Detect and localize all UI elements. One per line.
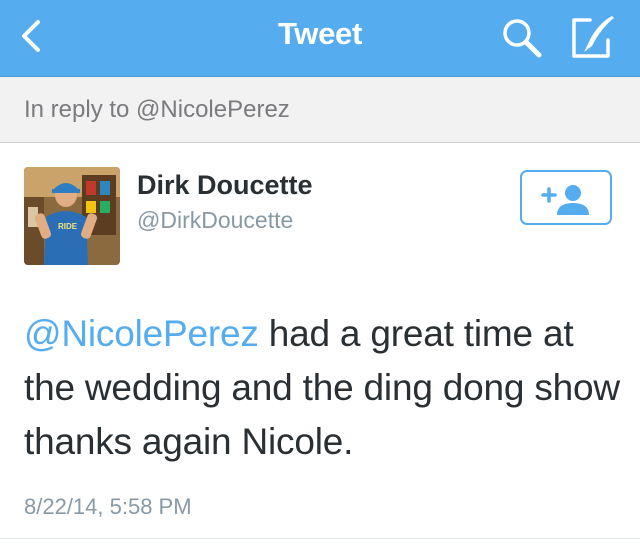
- compose-icon[interactable]: [568, 12, 620, 62]
- tweet-mention-link[interactable]: @NicolePerez: [24, 313, 259, 354]
- reply-context-label: In reply to @NicolePerez: [24, 96, 290, 123]
- tweet-text: @NicolePerez had a great time at the wed…: [24, 307, 624, 469]
- reply-context-bar[interactable]: In reply to @NicolePerez: [0, 77, 640, 143]
- author-name[interactable]: Dirk Doucette: [137, 170, 313, 201]
- follow-button[interactable]: [520, 170, 612, 225]
- add-user-icon: [541, 185, 589, 215]
- divider: [0, 538, 640, 539]
- nav-bar: Tweet: [0, 0, 640, 77]
- avatar[interactable]: RIDE: [24, 167, 120, 265]
- author-handle[interactable]: @DirkDoucette: [137, 207, 293, 234]
- search-icon[interactable]: [498, 14, 546, 62]
- tweet-timestamp: 8/22/14, 5:58 PM: [24, 494, 192, 519]
- svg-text:RIDE: RIDE: [58, 222, 78, 231]
